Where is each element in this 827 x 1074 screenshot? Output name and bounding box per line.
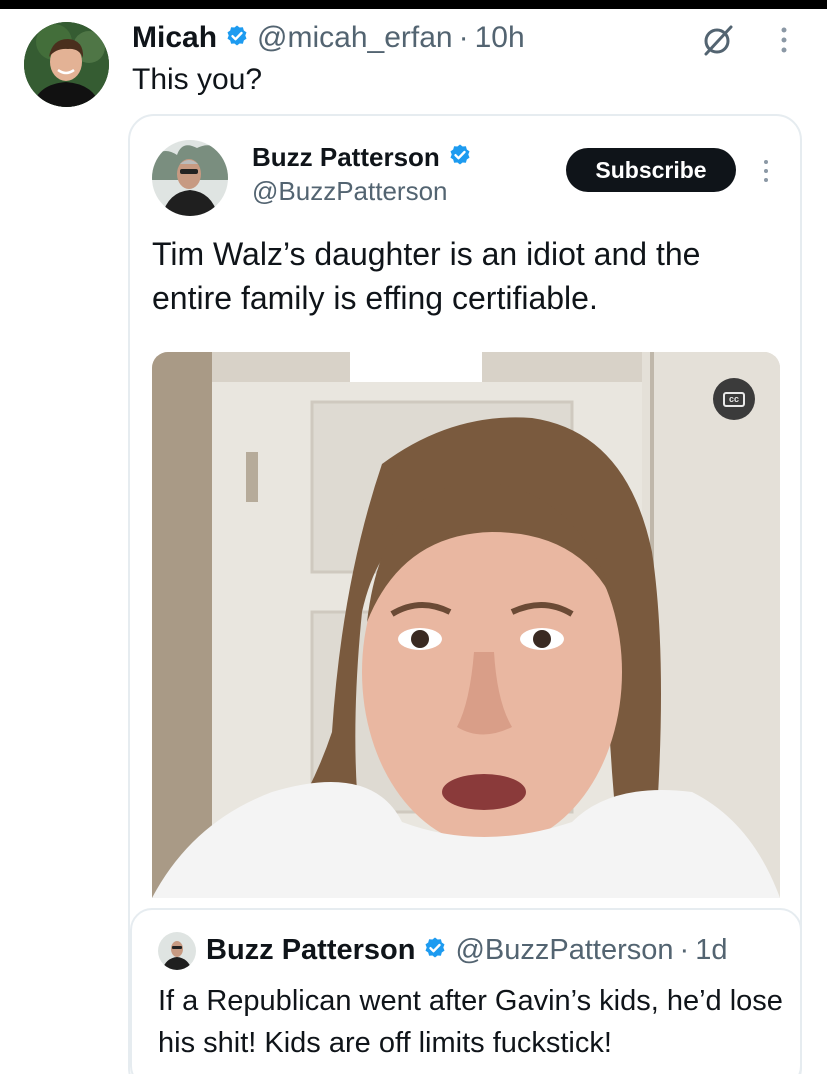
timestamp[interactable]: 10h bbox=[475, 21, 525, 55]
quoted-author-handle[interactable]: @BuzzPatterson bbox=[252, 176, 447, 207]
tweet-text: This you? bbox=[132, 63, 263, 96]
closed-captions-button[interactable]: cc bbox=[713, 378, 755, 420]
nested-quote-text: If a Republican went after Gavin’s kids,… bbox=[158, 985, 783, 1059]
quoted-author-row: Buzz Patterson bbox=[252, 142, 480, 173]
separator-dot: · bbox=[458, 21, 469, 54]
more-options-icon[interactable] bbox=[772, 22, 796, 58]
avatar-buzz-small[interactable] bbox=[158, 932, 196, 970]
more-options-icon[interactable] bbox=[757, 156, 775, 186]
nested-quote-header: Buzz Patterson @BuzzPatterson · 1d bbox=[206, 930, 727, 970]
timestamp[interactable]: 1d bbox=[695, 934, 727, 967]
avatar-micah[interactable] bbox=[24, 22, 109, 107]
verified-badge-icon bbox=[225, 24, 249, 53]
verified-badge-icon bbox=[448, 143, 472, 172]
status-bar bbox=[0, 0, 827, 9]
quoted-tweet-text: Tim Walz’s daughter is an idiot and the … bbox=[152, 236, 701, 316]
separator-dot: · bbox=[679, 933, 690, 966]
video-player[interactable] bbox=[152, 352, 780, 898]
author-handle[interactable]: @micah_erfan bbox=[257, 21, 453, 55]
subscribe-button[interactable]: Subscribe bbox=[566, 148, 736, 192]
quoted-author-name[interactable]: Buzz Patterson bbox=[252, 142, 440, 173]
author-name[interactable]: Micah bbox=[132, 21, 217, 55]
nested-author-name[interactable]: Buzz Patterson bbox=[206, 934, 415, 967]
cc-icon: cc bbox=[723, 391, 745, 407]
avatar-buzz[interactable] bbox=[152, 140, 228, 216]
tweet-header: Micah @micah_erfan · 10h bbox=[132, 18, 525, 58]
verified-badge-icon bbox=[423, 936, 447, 965]
nested-author-handle[interactable]: @BuzzPatterson bbox=[455, 934, 673, 967]
grok-icon[interactable] bbox=[700, 22, 736, 58]
